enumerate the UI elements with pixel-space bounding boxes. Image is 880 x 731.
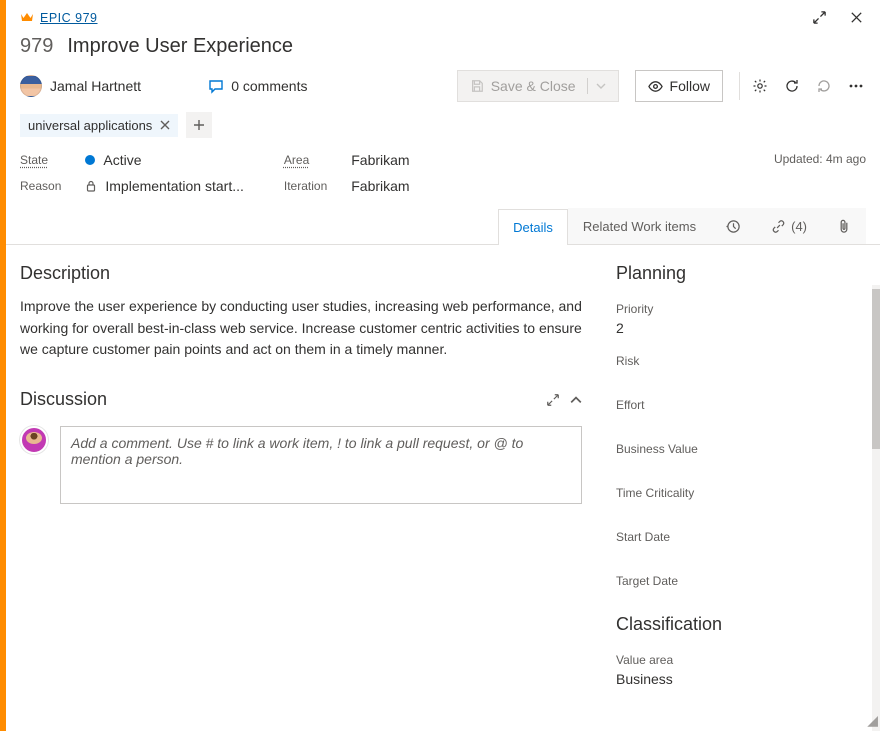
updated-text: Updated: 4m ago [774,152,866,166]
add-tag-button[interactable] [186,112,212,138]
priority-value[interactable]: 2 [616,320,866,336]
comments-link[interactable]: 0 comments [208,78,307,94]
iteration-picker[interactable]: Fabrikam [351,178,409,194]
risk-label: Risk [616,354,866,368]
tab-attachments[interactable] [822,208,866,244]
chevron-down-icon [587,78,606,94]
work-item-title[interactable]: Improve User Experience [67,35,293,58]
save-label: Save & Close [491,78,576,94]
comment-icon [208,78,224,94]
remove-tag-icon[interactable] [160,118,170,133]
eye-icon [648,79,663,94]
effort-label: Effort [616,398,866,412]
follow-label: Follow [670,78,710,94]
tag-label: universal applications [28,118,152,133]
lock-icon [85,180,97,192]
follow-button[interactable]: Follow [635,70,723,102]
discussion-expand-icon[interactable] [546,393,560,410]
undo-icon[interactable] [810,72,838,100]
tab-history[interactable] [711,208,756,244]
header-bar: EPIC 979 [6,0,880,29]
tabs-bar: Details Related Work items (4) [6,208,880,245]
breadcrumb-link[interactable]: EPIC 979 [40,11,98,25]
attachment-icon [837,219,851,234]
tags-row: universal applications [6,112,880,150]
scrollbar-thumb[interactable] [872,289,880,449]
tab-details[interactable]: Details [498,209,568,245]
tab-links-count: (4) [791,219,807,234]
crown-icon [20,10,34,26]
value-area-label: Value area [616,653,866,667]
business-value-label: Business Value [616,442,866,456]
iteration-label: Iteration [284,179,327,193]
reason-label: Reason [20,179,61,193]
more-icon[interactable] [842,72,870,100]
history-icon [726,219,741,234]
current-user-avatar [20,426,48,454]
discussion-heading: Discussion [20,389,107,410]
area-label: Area [284,153,327,167]
description-heading: Description [20,263,582,284]
state-label: State [20,153,61,167]
actions-row: Jamal Hartnett 0 comments Save & Close F… [6,66,880,112]
target-date-label: Target Date [616,574,866,588]
state-picker[interactable]: Active [85,152,244,168]
assignee-name: Jamal Hartnett [50,78,141,94]
comment-input[interactable]: Add a comment. Use # to link a work item… [60,426,582,504]
discussion-collapse-icon[interactable] [570,393,582,410]
refresh-icon[interactable] [778,72,806,100]
tab-links[interactable]: (4) [756,208,822,244]
tag-chip[interactable]: universal applications [20,114,178,137]
gear-icon[interactable] [746,72,774,100]
start-date-label: Start Date [616,530,866,544]
comments-count: 0 comments [231,78,307,94]
avatar [20,75,42,97]
description-body[interactable]: Improve the user experience by conductin… [20,296,582,361]
reason-picker[interactable]: Implementation start... [85,178,244,194]
tab-related[interactable]: Related Work items [568,208,711,244]
time-criticality-label: Time Criticality [616,486,866,500]
state-dot-icon [85,155,95,165]
tab-details-label: Details [513,220,553,235]
main-pane: Description Improve the user experience … [6,245,600,731]
link-icon [771,219,786,234]
planning-heading: Planning [616,263,866,284]
area-picker[interactable]: Fabrikam [351,152,409,168]
expand-icon[interactable] [808,6,831,29]
save-button: Save & Close [457,70,619,102]
tab-related-label: Related Work items [583,219,696,234]
classification-heading: Classification [616,614,866,635]
priority-label: Priority [616,302,866,316]
meta-row: State Active Reason Implementation start… [6,150,880,208]
assignee-picker[interactable]: Jamal Hartnett [20,75,141,97]
save-icon [470,79,484,93]
close-icon[interactable] [845,6,868,29]
work-item-id: 979 [20,35,53,58]
side-pane: Planning Priority 2 Risk Effort Business… [600,245,880,731]
state-value: Active [103,152,141,168]
reason-value: Implementation start... [105,178,244,194]
title-row: 979 Improve User Experience [6,29,880,66]
value-area-value[interactable]: Business [616,671,866,687]
